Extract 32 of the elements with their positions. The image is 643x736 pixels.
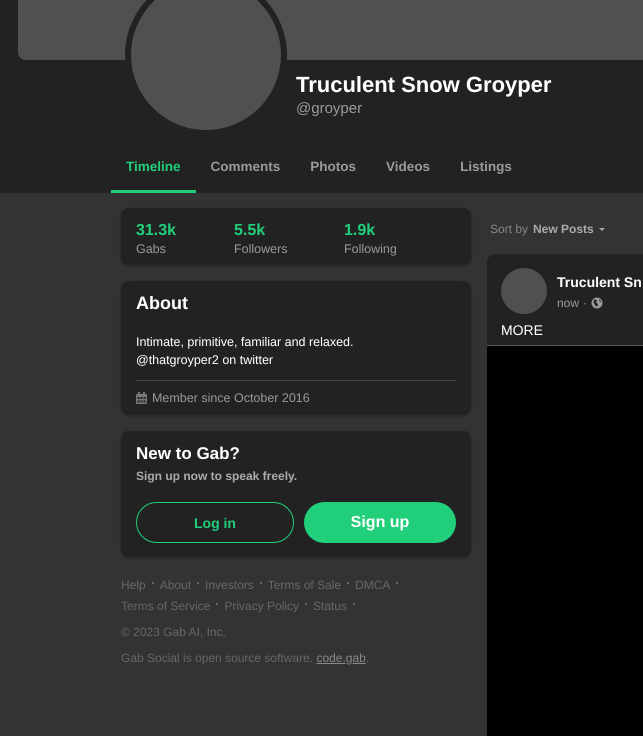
post-time: now — [557, 296, 580, 310]
profile-tab[interactable]: Timeline — [111, 153, 196, 193]
signup-button[interactable]: Sign up — [304, 502, 456, 543]
stat-value: 31.3k — [136, 222, 178, 240]
source-link[interactable]: code.gab — [316, 651, 366, 665]
stat-label: Followers — [234, 242, 288, 256]
profile-tab[interactable]: Listings — [445, 153, 527, 193]
profile-name: Truculent Snow Groyper — [296, 72, 552, 98]
about-title: About — [136, 293, 189, 314]
stat-label: Following — [344, 242, 398, 256]
sort-dropdown[interactable]: New Posts — [533, 222, 605, 236]
calendar-icon — [136, 392, 147, 404]
separator-dot: · — [583, 296, 588, 310]
profile-tab[interactable]: Videos — [371, 153, 446, 193]
signup-title: New to Gab? — [136, 444, 241, 464]
sort-label: Sort by — [490, 222, 528, 236]
login-button[interactable]: Log in — [136, 502, 294, 543]
profile-tab[interactable]: Comments — [196, 153, 296, 193]
member-since: Member since October 2016 — [152, 391, 310, 405]
avatar — [501, 268, 547, 314]
globe-icon — [591, 297, 604, 309]
stat-value: 1.9k — [344, 222, 376, 240]
bio-text: Intimate, primitive, familiar and relaxed. — [136, 334, 354, 351]
profile-tab[interactable]: Photos — [295, 153, 372, 193]
post-body: MORE — [500, 321, 544, 338]
bio-text: @thatgroyper2 on twitter — [136, 352, 274, 369]
caret-icon — [598, 228, 605, 230]
stat-label: Gabs — [136, 242, 167, 256]
post-author[interactable]: Truculent Sn — [557, 274, 642, 290]
profile-handle: @groyper — [296, 100, 362, 117]
signup-subtitle: Sign up now to speak freely. — [136, 469, 298, 483]
stat-value: 5.5k — [234, 222, 266, 240]
